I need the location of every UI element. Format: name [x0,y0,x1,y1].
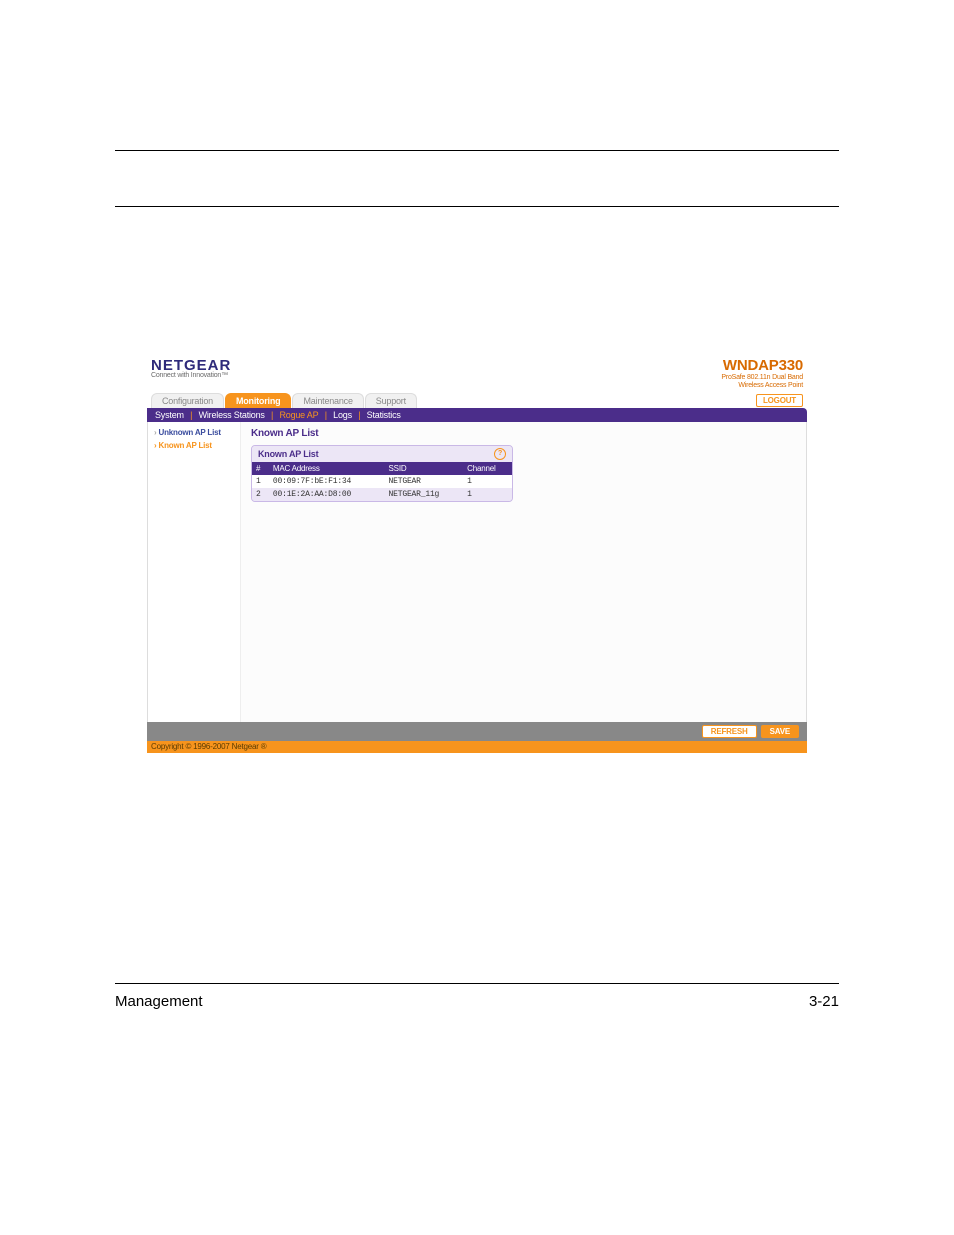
sidebar-item-label: Unknown AP List [159,428,221,437]
col-ssid: SSID [385,462,464,475]
tab-configuration[interactable]: Configuration [151,393,224,408]
footer-bar: REFRESH SAVE [147,722,807,741]
tab-support[interactable]: Support [365,393,417,408]
product-sub2: Wireless Access Point [721,382,803,390]
save-button[interactable]: SAVE [761,725,799,738]
product-model: WNDAP330 [721,357,803,374]
footer-left: Management [115,993,203,1010]
subnav-logs[interactable]: Logs [331,410,354,420]
brand-tagline: Connect with Innovation™ [151,372,231,379]
footer-right: 3-21 [809,993,839,1010]
subpanel-title: Known AP List [258,449,318,459]
sidebar: › Unknown AP List › Known AP List [148,422,241,722]
subnav-wireless[interactable]: Wireless Stations [197,410,267,420]
copyright-bar: Copyright © 1996-2007 Netgear ® [147,741,807,753]
panel-title: Known AP List [251,428,796,439]
subnav-bar: System | Wireless Stations | Rogue AP | … [147,408,807,422]
product-block: WNDAP330 ProSafe 802.11n Dual Band Wirel… [721,357,803,389]
ap-table: # MAC Address SSID Channel 1 00:09:7F:bE… [252,462,512,501]
sidebar-item-unknown-ap[interactable]: › Unknown AP List [148,426,240,439]
subnav-system[interactable]: System [153,410,186,420]
logout-button[interactable]: LOGOUT [756,394,803,407]
router-screenshot: NETGEAR Connect with Innovation™ WNDAP33… [147,357,807,753]
sidebar-item-label: Known AP List [159,441,212,450]
table-row: 1 00:09:7F:bE:F1:34 NETGEAR 1 [252,475,512,488]
sidebar-item-known-ap[interactable]: › Known AP List [148,439,240,452]
known-ap-subpanel: Known AP List ? # MAC Address SSID Chann… [251,445,513,502]
brand-block: NETGEAR Connect with Innovation™ [151,357,231,379]
table-row: 2 00:1E:2A:AA:D8:00 NETGEAR_11g 1 [252,488,512,501]
product-sub1: ProSafe 802.11n Dual Band [721,374,803,382]
footer-rule [115,983,839,984]
col-channel: Channel [463,462,512,475]
subnav-rogue[interactable]: Rogue AP [277,410,320,420]
tab-monitoring[interactable]: Monitoring [225,393,292,408]
help-icon[interactable]: ? [494,448,506,460]
header-rule-2 [115,206,839,207]
subnav-statistics[interactable]: Statistics [365,410,403,420]
tab-row: Configuration Monitoring Maintenance Sup… [147,393,807,408]
main-panel: Known AP List Known AP List ? # MAC Addr… [241,422,806,722]
header-rule-1 [115,150,839,151]
refresh-button[interactable]: REFRESH [702,725,757,738]
tab-maintenance[interactable]: Maintenance [292,393,363,408]
col-mac: MAC Address [269,462,385,475]
col-num: # [252,462,269,475]
